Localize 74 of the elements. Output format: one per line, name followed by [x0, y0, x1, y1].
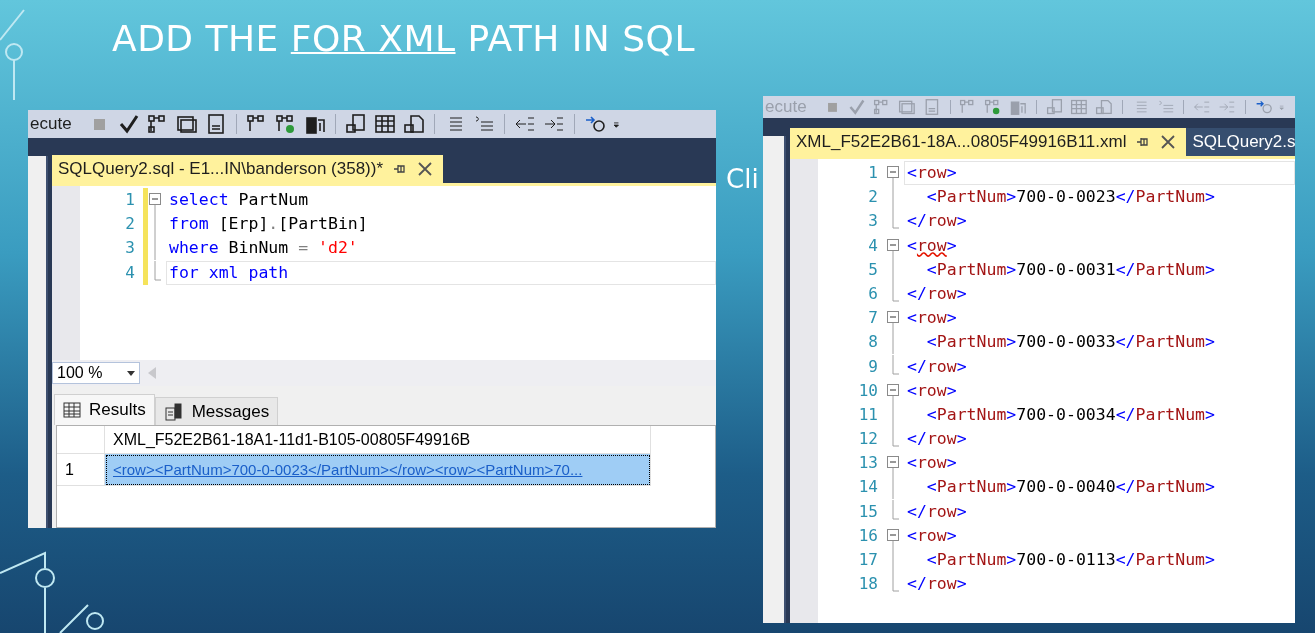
- zoom-dropdown[interactable]: 100 %: [52, 362, 140, 384]
- code-line: <PartNum>700-0-0031</PartNum>: [925, 258, 1216, 281]
- grid-icon: [63, 402, 81, 418]
- line-number: 16: [857, 524, 879, 547]
- line-number: 8: [867, 331, 879, 354]
- corner-cell: [57, 426, 105, 454]
- code-line: </row>: [906, 210, 968, 233]
- code-line: </row>: [906, 500, 968, 523]
- outdent-icon[interactable]: [513, 114, 536, 134]
- result-cell[interactable]: <row><PartNum>700-0-0023</PartNum></row><row><PartNum>70...: [105, 454, 651, 486]
- code-line: <row>: [906, 379, 958, 402]
- grid-output-icon[interactable]: [373, 114, 396, 134]
- code-line: <PartNum>700-0-0033</PartNum>: [925, 331, 1216, 354]
- code-line: <PartNum>700-0-0113</PartNum>: [925, 549, 1216, 571]
- code-line: </row>: [906, 355, 968, 378]
- pin-icon[interactable]: [393, 162, 408, 176]
- code-line: <row>: [906, 234, 958, 257]
- tree-check-icon[interactable]: [274, 114, 297, 134]
- code-line: select PartNum: [168, 189, 310, 211]
- code-line: <row>: [906, 524, 958, 547]
- line-number: 1: [124, 189, 136, 211]
- line-number: 13: [857, 452, 879, 475]
- text-output-icon[interactable]: [344, 114, 367, 134]
- code-line: <PartNum>700-0-0034</PartNum>: [925, 403, 1216, 426]
- line-number: 7: [867, 307, 879, 330]
- code-line: <row>: [906, 307, 958, 330]
- results-tab[interactable]: Messages: [154, 397, 279, 425]
- close-icon[interactable]: [1160, 134, 1177, 150]
- code-line: <PartNum>700-0-0023</PartNum>: [925, 186, 1216, 209]
- caret-icon: [127, 370, 135, 376]
- line-number: 5: [867, 258, 879, 281]
- code-line: <row>: [906, 452, 958, 475]
- line-number: 2: [867, 186, 879, 209]
- code-line: where BinNum = 'd2': [168, 237, 359, 260]
- specify-values-icon[interactable]: [583, 114, 606, 134]
- document-tab[interactable]: SQLQuery2.s: [1186, 128, 1295, 156]
- xml-link[interactable]: <row><PartNum>700-0-0023</PartNum></row><row><PartNum>70...: [113, 461, 583, 478]
- code-line: </row>: [906, 282, 968, 305]
- line-number: 10: [857, 379, 879, 402]
- document-icon: [163, 402, 184, 421]
- document-tab[interactable]: SQLQuery2.sql - E1...IN\banderson (358))*: [52, 155, 444, 183]
- window-icon[interactable]: [175, 114, 198, 134]
- line-number: 12: [857, 428, 879, 451]
- execute-button[interactable]: ecute: [30, 114, 72, 134]
- title-text: ADD THE: [112, 18, 280, 59]
- check-icon[interactable]: [848, 97, 867, 117]
- line-number: 9: [867, 355, 879, 378]
- line-number: 3: [124, 237, 136, 260]
- results-tab[interactable]: Results: [54, 394, 155, 425]
- code-line: </row>: [906, 573, 968, 596]
- code-line: <PartNum>700-0-0040</PartNum>: [925, 476, 1216, 499]
- code-line: from [Erp].[PartBin]: [168, 213, 369, 236]
- pin-icon[interactable]: [1136, 135, 1151, 149]
- device-icon[interactable]: [303, 114, 326, 134]
- line-number: 15: [857, 500, 879, 523]
- line-number: 2: [124, 213, 136, 236]
- line-number: 11: [857, 403, 879, 426]
- code-line: </row>: [906, 428, 968, 451]
- line-number: 4: [867, 234, 879, 257]
- document-tab[interactable]: XML_F52E2B61-18A...0805F49916B11.xml: [790, 128, 1187, 156]
- line-number: 18: [857, 573, 879, 596]
- line-number: 3: [867, 210, 879, 233]
- close-icon[interactable]: [417, 161, 434, 177]
- title-text: PATH IN SQL: [466, 18, 695, 59]
- line-number: 6: [867, 282, 879, 305]
- line-number: 1: [867, 162, 879, 184]
- indent-icon[interactable]: [542, 114, 565, 134]
- line-number: 4: [124, 261, 136, 284]
- tree-check-icon[interactable]: [984, 97, 1002, 117]
- slide-text: Cli: [726, 164, 759, 194]
- check-icon[interactable]: [117, 114, 140, 134]
- line-number: 17: [857, 549, 879, 571]
- file-output-icon[interactable]: [402, 114, 425, 134]
- line-number: 14: [857, 476, 879, 499]
